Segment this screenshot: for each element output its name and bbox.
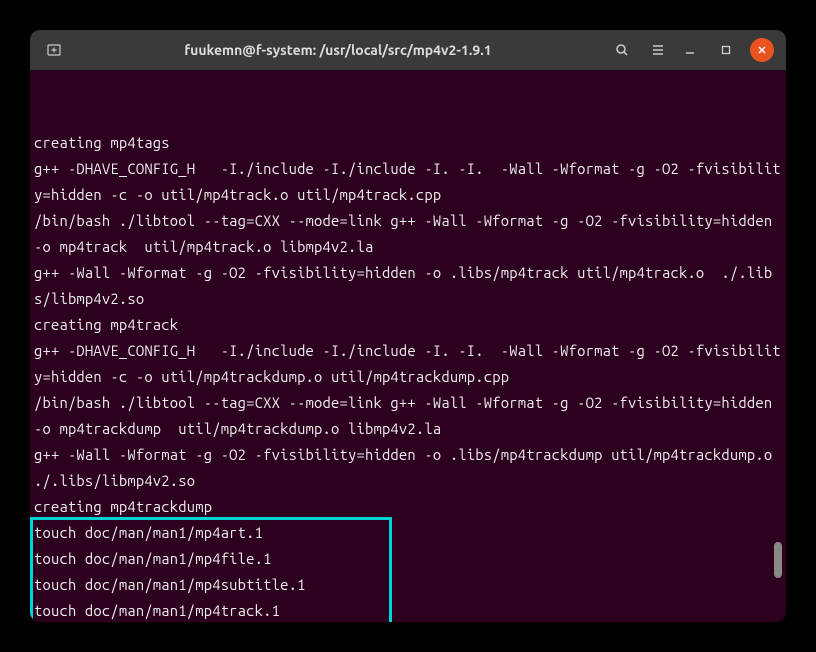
hamburger-icon [650,42,666,58]
close-button[interactable] [750,38,774,62]
output-line: g++ -Wall -Wformat -g -O2 -fvisibility=h… [32,260,786,312]
window-controls [678,38,778,62]
output-line: creating mp4tags [32,130,786,156]
output-line: touch doc/man/man1/mp4track.1 [32,598,786,622]
output-line: g++ -DHAVE_CONFIG_H -I./include -I./incl… [32,338,786,390]
search-icon [614,42,630,58]
titlebar: fuukemn@f-system: /usr/local/src/mp4v2-1… [30,30,786,70]
output-line: g++ -DHAVE_CONFIG_H -I./include -I./incl… [32,156,786,208]
minimize-icon [685,45,695,55]
output-line: touch doc/man/man1/mp4subtitle.1 [32,572,786,598]
new-tab-button[interactable] [38,36,70,64]
output-line: /bin/bash ./libtool --tag=CXX --mode=lin… [32,208,786,260]
output-line: touch doc/man/man1/mp4art.1 [32,520,786,546]
output-line: g++ -Wall -Wformat -g -O2 -fvisibility=h… [32,442,786,494]
close-icon [757,45,767,55]
window-title: fuukemn@f-system: /usr/local/src/mp4v2-1… [74,42,602,58]
menu-button[interactable] [642,36,674,64]
scrollbar-thumb[interactable] [774,542,782,578]
output-line: creating mp4track [32,312,786,338]
minimize-button[interactable] [678,38,702,62]
terminal-window: fuukemn@f-system: /usr/local/src/mp4v2-1… [30,30,786,622]
search-button[interactable] [606,36,638,64]
new-tab-icon [46,42,62,58]
maximize-button[interactable] [714,38,738,62]
output-line: /bin/bash ./libtool --tag=CXX --mode=lin… [32,390,786,442]
terminal-body[interactable]: creating mp4tagsg++ -DHAVE_CONFIG_H -I./… [30,70,786,622]
maximize-icon [721,45,731,55]
output-line: touch doc/man/man1/mp4file.1 [32,546,786,572]
output-line: creating mp4trackdump [32,494,786,520]
